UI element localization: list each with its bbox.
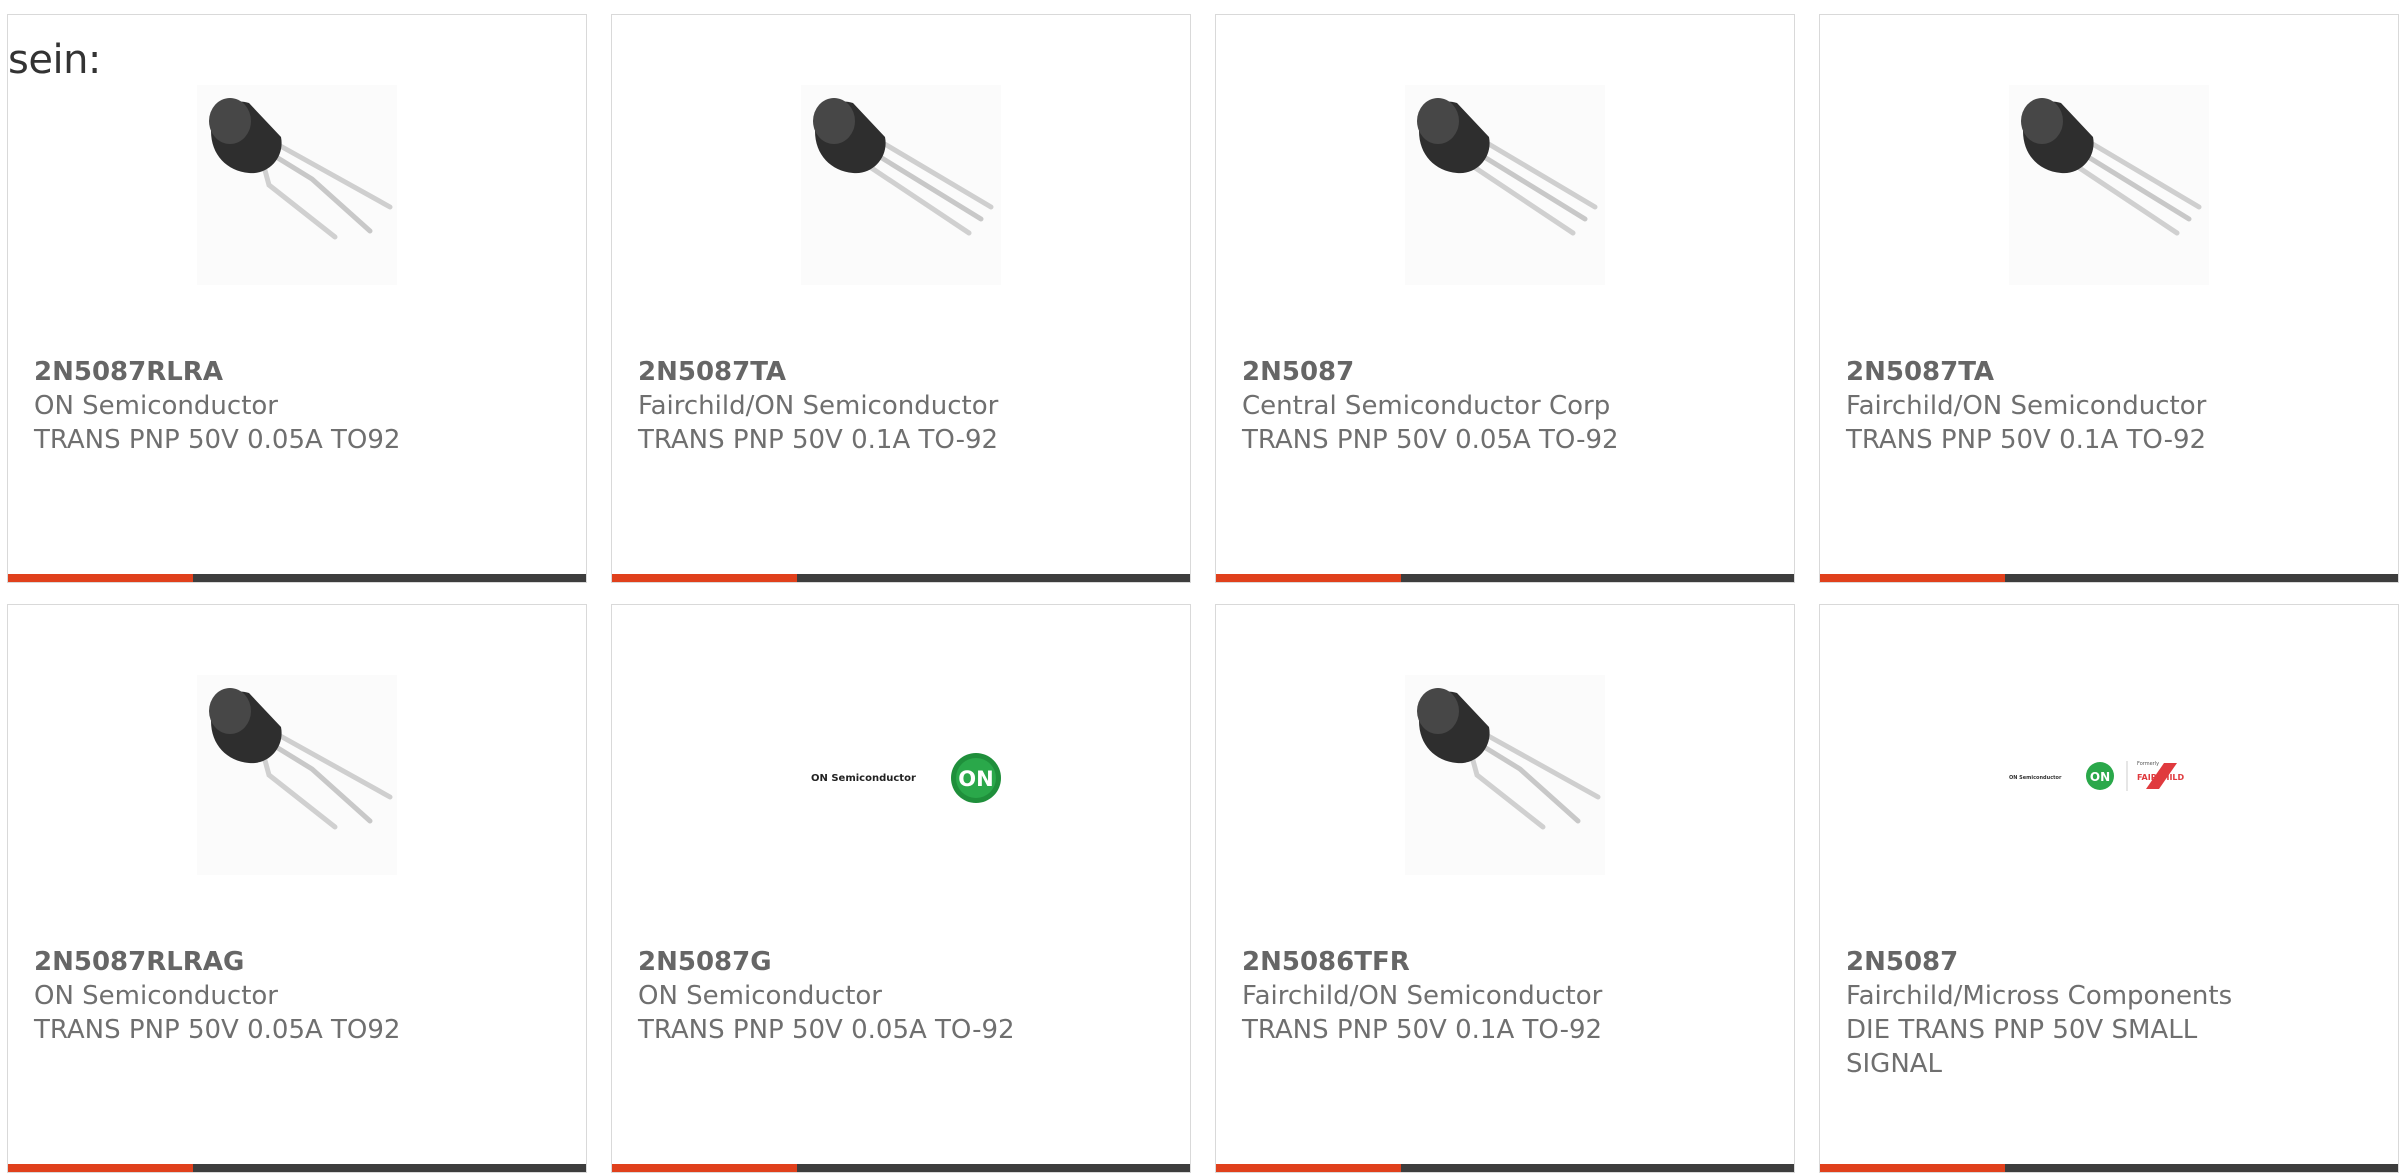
transistor-bent-leads-image [209,98,393,240]
card-progress-fill [1820,1164,2005,1172]
part-number[interactable]: 2N5087 [1846,945,2246,979]
logo-text: ON Semiconductor [811,773,916,784]
logo-badge: ON [958,767,993,791]
description: TRANS PNP 50V 0.05A TO92 [34,425,401,455]
card-progress-fill [8,1164,193,1172]
product-card[interactable]: 2N5087TA Fairchild/ON Semiconductor TRAN… [1819,14,2399,583]
product-image[interactable] [2009,85,2209,285]
transistor-straight-leads-image [2021,98,2202,236]
manufacturer: ON Semiconductor [34,391,278,421]
manufacturer: Fairchild/ON Semiconductor [638,391,999,421]
description: TRANS PNP 50V 0.1A TO-92 [638,425,999,455]
product-grid: 2N5087RLRA ON Semiconductor TRANS PNP 50… [7,14,2400,1173]
product-image[interactable] [1405,675,1605,875]
product-image[interactable] [197,675,397,875]
manufacturer: ON Semiconductor [638,981,882,1011]
card-progress-fill [612,1164,797,1172]
transistor-bent-leads-image [1417,688,1601,830]
product-card[interactable]: 2N5086TFR Fairchild/ON Semiconductor TRA… [1215,604,1795,1173]
card-progress-bar [1820,1164,2398,1172]
part-number[interactable]: 2N5087RLRA [34,355,434,389]
product-image[interactable] [197,85,397,285]
part-number[interactable]: 2N5087G [638,945,1038,979]
product-card[interactable]: ON Semiconductor ON Formerly FAIRCHILD 2… [1819,604,2399,1173]
logo-text: ON Semiconductor [2009,775,2062,781]
card-progress-bar [612,574,1190,582]
card-progress-fill [1216,574,1401,582]
card-progress-bar [1820,574,2398,582]
card-progress-fill [1216,1164,1401,1172]
card-progress-bar [612,1164,1190,1172]
description: TRANS PNP 50V 0.1A TO-92 [1242,1015,1603,1045]
card-progress-fill [612,574,797,582]
card-progress-bar [1216,574,1794,582]
description: TRANS PNP 50V 0.05A TO92 [34,1015,401,1045]
manufacturer: Fairchild/ON Semiconductor [1846,391,2207,421]
card-progress-bar [8,574,586,582]
logo-badge: ON [2090,770,2110,784]
card-progress-fill [8,574,193,582]
transistor-straight-leads-image [1417,98,1598,236]
manufacturer: Fairchild/ON Semiconductor [1242,981,1603,1011]
product-card[interactable]: 2N5087RLRA ON Semiconductor TRANS PNP 50… [7,14,587,583]
product-image[interactable] [801,85,1001,285]
part-number[interactable]: 2N5086TFR [1242,945,1642,979]
part-number[interactable]: 2N5087TA [1846,355,2246,389]
part-number[interactable]: 2N5087TA [638,355,1038,389]
product-image[interactable]: ON Semiconductor ON [801,675,1001,875]
product-card[interactable]: 2N5087TA Fairchild/ON Semiconductor TRAN… [611,14,1191,583]
manufacturer: ON Semiconductor [34,981,278,1011]
logo-small-text: Formerly [2137,761,2159,767]
product-image[interactable]: ON Semiconductor ON Formerly FAIRCHILD [2009,675,2209,875]
logo-brand-text: FAIRCHILD [2137,773,2185,782]
product-image[interactable] [1405,85,1605,285]
description: TRANS PNP 50V 0.05A TO-92 [638,1015,1015,1045]
description: DIE TRANS PNP 50V SMALL SIGNAL [1846,1015,2198,1079]
section-heading: sein: [8,37,101,83]
product-card[interactable]: 2N5087 Central Semiconductor Corp TRANS … [1215,14,1795,583]
description: TRANS PNP 50V 0.1A TO-92 [1846,425,2207,455]
on-semiconductor-logo: ON Semiconductor ON [811,753,1001,803]
transistor-bent-leads-image [209,688,393,830]
transistor-straight-leads-image [813,98,994,236]
product-card[interactable]: ON Semiconductor ON 2N5087G ON Semicondu… [611,604,1191,1173]
on-fairchild-logo: ON Semiconductor ON Formerly FAIRCHILD [2009,761,2185,791]
manufacturer: Central Semiconductor Corp [1242,391,1611,421]
part-number[interactable]: 2N5087RLRAG [34,945,434,979]
card-progress-bar [8,1164,586,1172]
product-card[interactable]: 2N5087RLRAG ON Semiconductor TRANS PNP 5… [7,604,587,1173]
manufacturer: Fairchild/Micross Components [1846,981,2233,1011]
description: TRANS PNP 50V 0.05A TO-92 [1242,425,1619,455]
part-number[interactable]: 2N5087 [1242,355,1642,389]
card-progress-fill [1820,574,2005,582]
card-progress-bar [1216,1164,1794,1172]
